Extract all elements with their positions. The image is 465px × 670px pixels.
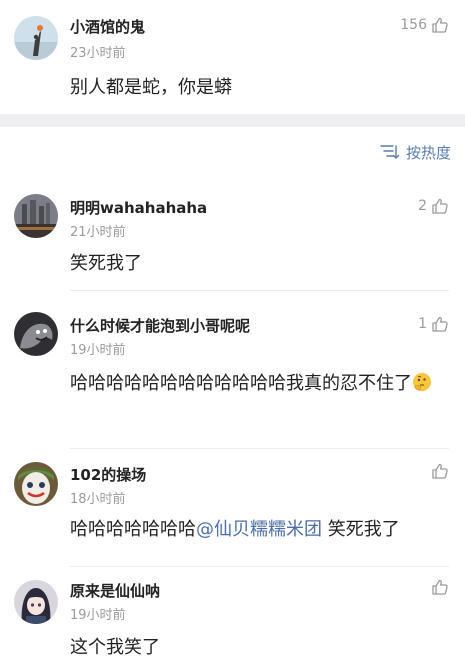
avatar[interactable]	[14, 580, 58, 624]
sort-bar: 按热度	[0, 127, 465, 177]
like-count: 2	[418, 198, 427, 214]
mention-link[interactable]: @仙贝糯糯米团	[196, 519, 322, 540]
thumbs-up-icon	[431, 16, 449, 34]
username[interactable]: 102的操场	[70, 464, 146, 485]
divider	[70, 290, 449, 291]
comment-text: 哈哈哈哈哈哈哈@仙贝糯糯米团 笑死我了	[70, 516, 447, 544]
comment-text: 这个我笑了	[70, 637, 160, 658]
timestamp: 18小时前	[70, 492, 126, 507]
like-button[interactable]: 2	[418, 197, 449, 215]
reply-item: 明明wahahahaha 21小时前 2 笑死我了	[0, 180, 465, 291]
avatar[interactable]	[14, 462, 58, 506]
avatar[interactable]	[14, 16, 58, 60]
username[interactable]: 什么时候才能泡到小哥呢呢	[70, 315, 250, 336]
sort-label: 按热度	[405, 143, 451, 162]
like-count: 1	[418, 316, 427, 332]
sort-icon	[380, 144, 400, 160]
reply-item: 102的操场 18小时前 哈哈哈哈哈哈哈@仙贝糯糯米团 笑死我了	[0, 448, 465, 567]
avatar[interactable]	[14, 312, 58, 356]
comment-text-before: 哈哈哈哈哈哈哈	[70, 519, 196, 540]
avatar[interactable]	[14, 194, 58, 238]
timestamp: 21小时前	[70, 225, 126, 240]
like-button[interactable]: 156	[400, 16, 449, 34]
reply-item: 什么时候才能泡到小哥呢呢 19小时前 1 哈哈哈哈哈哈哈哈哈哈哈哈我真的忍不住了	[0, 298, 465, 449]
like-button[interactable]: 1	[418, 315, 449, 333]
username[interactable]: 原来是仙仙呐	[70, 580, 160, 601]
comment-text: 别人都是蛇，你是蟒	[70, 77, 232, 98]
username[interactable]: 小酒馆的鬼	[70, 16, 145, 37]
timestamp: 19小时前	[70, 608, 126, 623]
thumbs-up-icon	[431, 578, 449, 596]
sort-by-hot-button[interactable]: 按热度	[380, 141, 451, 163]
like-button[interactable]	[427, 578, 449, 596]
comment-text-content: 哈哈哈哈哈哈哈哈哈哈哈哈我真的忍不住了	[70, 373, 412, 394]
like-button[interactable]	[427, 462, 449, 480]
thumbs-up-icon	[431, 315, 449, 333]
timestamp: 19小时前	[70, 343, 126, 358]
thumbs-up-icon	[431, 197, 449, 215]
comment-text-after: 笑死我了	[322, 519, 400, 540]
section-divider	[0, 114, 465, 127]
reply-item: 原来是仙仙呐 19小时前 这个我笑了	[0, 566, 465, 670]
comment-text: 哈哈哈哈哈哈哈哈哈哈哈哈我真的忍不住了	[70, 370, 447, 398]
like-count: 156	[400, 17, 427, 33]
root-comment: 小酒馆的鬼 23小时前 156 别人都是蛇，你是蟒	[0, 0, 465, 114]
thinking-face-emoji	[412, 372, 432, 392]
thumbs-up-icon	[431, 462, 449, 480]
username[interactable]: 明明wahahahaha	[70, 197, 207, 218]
timestamp: 23小时前	[70, 46, 126, 61]
comment-text: 笑死我了	[70, 253, 142, 274]
